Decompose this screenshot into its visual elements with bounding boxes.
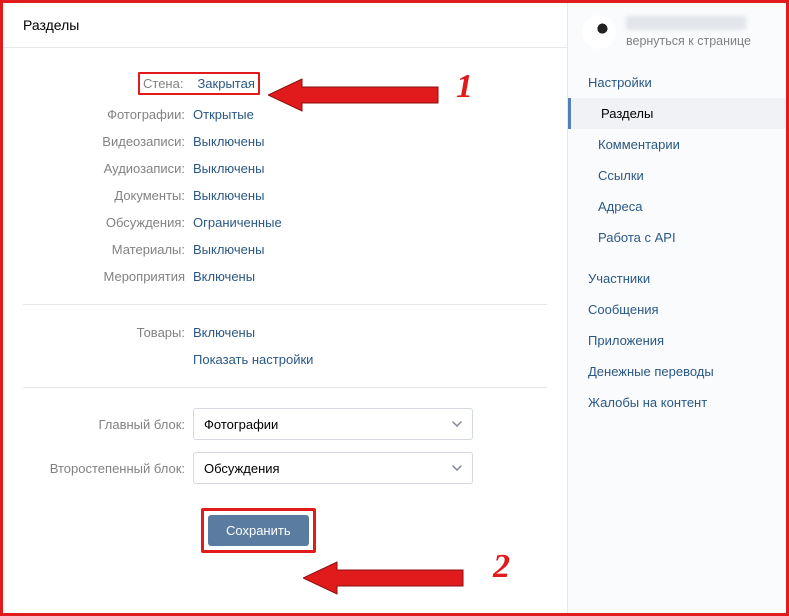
avatar[interactable] — [582, 15, 616, 49]
save-button[interactable]: Сохранить — [208, 515, 309, 546]
materials-value[interactable]: Выключены — [193, 242, 264, 257]
profile-name-redacted — [626, 16, 746, 30]
sidebar-item-4[interactable]: Адреса — [568, 191, 786, 222]
market-label: Товары: — [23, 325, 193, 340]
main-block-select[interactable]: Фотографии — [193, 408, 473, 440]
sidebar-nav: НастройкиРазделыКомментарииСсылкиАдресаР… — [568, 67, 786, 418]
photos-value[interactable]: Открытые — [193, 107, 254, 122]
sidebar-item-5[interactable]: Работа с API — [568, 222, 786, 253]
sidebar-item-7[interactable]: Сообщения — [568, 294, 786, 325]
save-highlight-box: Сохранить — [201, 508, 316, 553]
sidebar-item-3[interactable]: Ссылки — [568, 160, 786, 191]
sidebar-item-0[interactable]: Настройки — [568, 67, 786, 98]
sidebar: вернуться к странице НастройкиРазделыКом… — [568, 3, 786, 613]
back-to-page-link[interactable]: вернуться к странице — [626, 34, 751, 48]
videos-value[interactable]: Выключены — [193, 134, 264, 149]
divider — [23, 304, 547, 305]
audio-label: Аудиозаписи: — [23, 161, 193, 176]
secondary-block-label: Второстепенный блок: — [23, 461, 193, 476]
docs-label: Документы: — [23, 188, 193, 203]
audio-value[interactable]: Выключены — [193, 161, 264, 176]
wall-highlight-box: Стена: Закрытая — [138, 72, 260, 95]
profile-block: вернуться к странице — [568, 3, 786, 67]
market-show-settings-link[interactable]: Показать настройки — [193, 352, 313, 367]
discussions-value[interactable]: Ограниченные — [193, 215, 282, 230]
wall-label: Стена: — [143, 76, 191, 91]
sidebar-item-9[interactable]: Денежные переводы — [568, 356, 786, 387]
events-label: Мероприятия — [23, 269, 193, 284]
sidebar-item-6[interactable]: Участники — [568, 263, 786, 294]
main-panel: Разделы Стена: Закрытая Фотографии: Откр… — [3, 3, 568, 613]
market-value[interactable]: Включены — [193, 325, 255, 340]
sidebar-item-2[interactable]: Комментарии — [568, 129, 786, 160]
wall-value[interactable]: Закрытая — [197, 76, 254, 91]
docs-value[interactable]: Выключены — [193, 188, 264, 203]
materials-label: Материалы: — [23, 242, 193, 257]
secondary-block-select[interactable]: Обсуждения — [193, 452, 473, 484]
divider — [23, 387, 547, 388]
discussions-label: Обсуждения: — [23, 215, 193, 230]
photos-label: Фотографии: — [23, 107, 193, 122]
main-block-value: Фотографии — [204, 417, 278, 432]
sidebar-item-10[interactable]: Жалобы на контент — [568, 387, 786, 418]
events-value[interactable]: Включены — [193, 269, 255, 284]
secondary-block-value: Обсуждения — [204, 461, 280, 476]
main-block-label: Главный блок: — [23, 417, 193, 432]
sidebar-item-8[interactable]: Приложения — [568, 325, 786, 356]
sidebar-item-1[interactable]: Разделы — [568, 98, 786, 129]
page-title: Разделы — [3, 3, 567, 48]
sections-settings: Стена: Закрытая Фотографии: Открытые Вид… — [3, 48, 567, 571]
videos-label: Видеозаписи: — [23, 134, 193, 149]
chevron-down-icon — [452, 421, 462, 427]
chevron-down-icon — [452, 465, 462, 471]
